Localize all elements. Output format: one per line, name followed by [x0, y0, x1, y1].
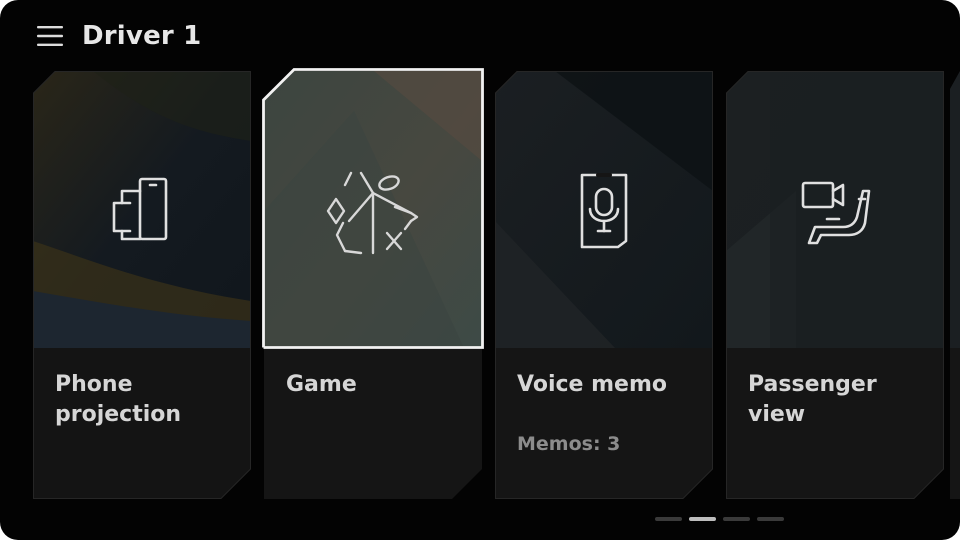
page-title: Driver 1	[82, 21, 202, 51]
card-background	[726, 71, 944, 499]
phone-projection-icon	[100, 169, 184, 253]
page-dot-4[interactable]	[757, 517, 784, 521]
card-label: Passenger view	[748, 372, 877, 427]
header: Driver 1	[0, 0, 960, 70]
page-dot-3[interactable]	[723, 517, 750, 521]
next-card-peek[interactable]	[950, 71, 960, 499]
card-game[interactable]: Game	[262, 68, 484, 499]
card-background	[950, 71, 960, 499]
menu-button[interactable]	[30, 20, 70, 52]
game-icon	[321, 163, 425, 267]
page-dot-2[interactable]	[689, 517, 716, 521]
memo-count: Memos: 3	[517, 433, 621, 455]
app-screen: Driver 1 Phone projection Game Voice mem…	[0, 0, 960, 540]
microphone-icon	[562, 169, 646, 253]
passenger-view-icon	[793, 169, 877, 253]
card-label: Voice memo	[517, 372, 667, 397]
card-background	[33, 71, 251, 499]
card-passenger-view[interactable]: Passenger view	[726, 71, 944, 499]
card-phone-projection[interactable]: Phone projection	[33, 71, 251, 499]
page-dot-1[interactable]	[655, 517, 682, 521]
card-label: Game	[286, 372, 357, 397]
card-label: Phone projection	[55, 372, 182, 427]
hamburger-menu-icon	[37, 26, 63, 46]
card-voice-memo[interactable]: Voice memo Memos: 3	[495, 71, 713, 499]
page-indicator	[655, 517, 787, 523]
